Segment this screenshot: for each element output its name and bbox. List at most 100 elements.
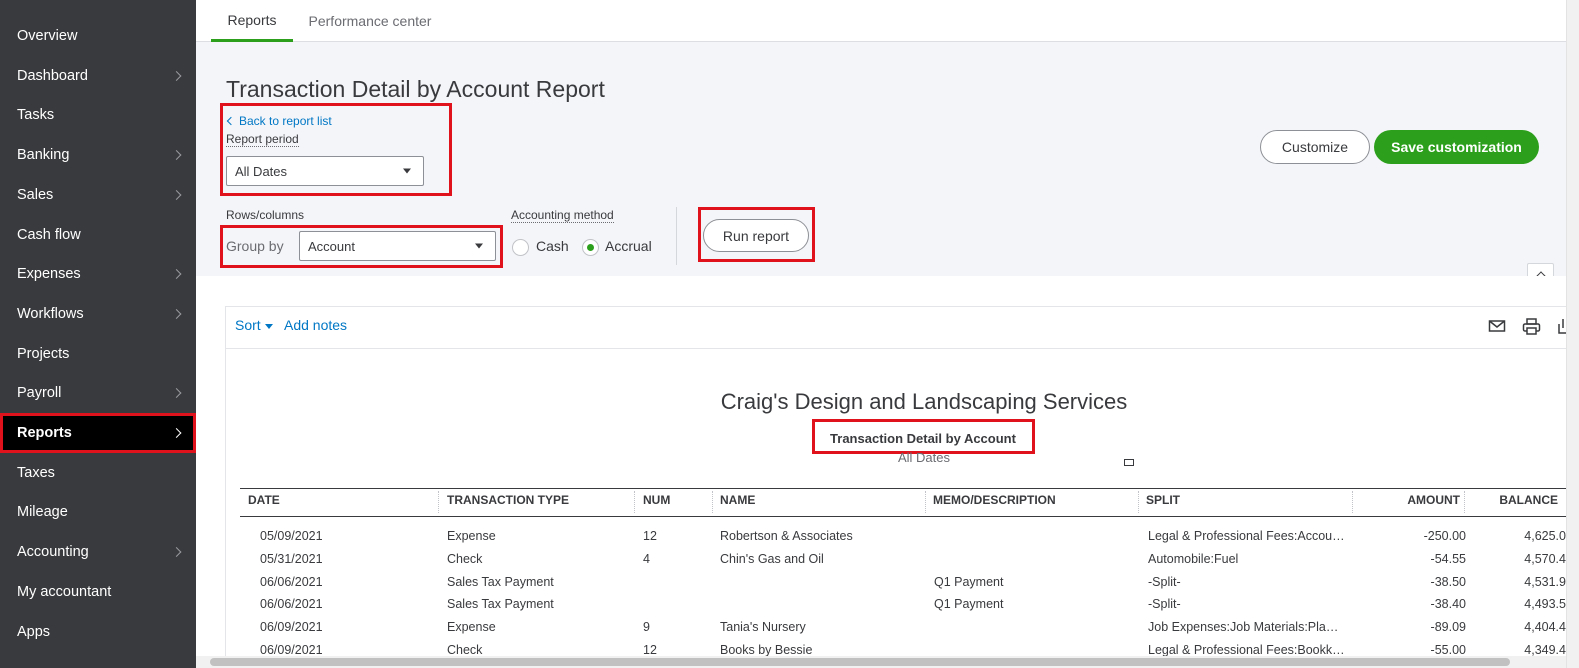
sidebar-item-mileage[interactable]: Mileage: [0, 492, 196, 532]
table-cell-date: 06/09/2021: [260, 620, 323, 635]
sidebar-item-accounting[interactable]: Accounting: [0, 532, 196, 572]
tab-performance-center[interactable]: Performance center: [302, 0, 438, 42]
column-header-date[interactable]: DATE: [248, 493, 433, 507]
table-cell-split: -Split-: [1148, 574, 1181, 589]
sidebar-item-projects[interactable]: Projects: [0, 334, 196, 374]
print-icon[interactable]: [1522, 318, 1541, 335]
sidebar-item-my-accountant[interactable]: My accountant: [0, 572, 196, 612]
table-cell-amount[interactable]: -89.09: [1366, 620, 1466, 634]
sidebar-item-cash-flow[interactable]: Cash flow: [0, 215, 196, 255]
sidebar-item-tasks[interactable]: Tasks: [0, 95, 196, 135]
rows-columns-label-wrap: Rows/columns: [226, 206, 304, 224]
sidebar-item-overview[interactable]: Overview: [0, 16, 196, 56]
tab-reports[interactable]: Reports: [211, 0, 293, 42]
accounting-method-label-wrap: Accounting method: [511, 206, 614, 224]
sidebar-item-reports[interactable]: Reports: [0, 413, 196, 453]
sidebar-item-sales[interactable]: Sales: [0, 175, 196, 215]
column-resize-handle[interactable]: [925, 491, 926, 513]
column-resize-handle[interactable]: [438, 491, 439, 513]
column-header-name[interactable]: NAME: [720, 493, 920, 507]
save-customization-button[interactable]: Save customization: [1374, 130, 1539, 164]
table-cell-date: 06/06/2021: [260, 574, 323, 589]
table-cell-amount[interactable]: -38.40: [1366, 597, 1466, 611]
sidebar-item-label: Expenses: [17, 266, 81, 283]
run-report-button[interactable]: Run report: [703, 219, 809, 252]
cash-radio[interactable]: [512, 239, 529, 256]
sidebar-item-workflows[interactable]: Workflows: [0, 294, 196, 334]
column-header-memo-description[interactable]: MEMO/DESCRIPTION: [933, 493, 1133, 507]
horizontal-scrollbar[interactable]: [196, 656, 1566, 668]
add-notes-link[interactable]: Add notes: [284, 317, 347, 333]
sidebar-item-label: Overview: [17, 28, 78, 44]
vertical-scrollbar[interactable]: [1566, 0, 1579, 668]
table-cell-memo-description: Q1 Payment: [934, 597, 1004, 612]
chevron-right-icon: [171, 547, 182, 558]
sidebar-item-label: Banking: [17, 147, 70, 164]
caret-down-icon: [403, 168, 411, 174]
group-by-label: Group by: [226, 238, 284, 254]
sidebar-item-taxes[interactable]: Taxes: [0, 453, 196, 493]
sidebar-item-banking[interactable]: Banking: [0, 135, 196, 175]
column-resize-handle[interactable]: [712, 491, 713, 513]
columns-icon[interactable]: [1124, 459, 1134, 466]
column-header-balance[interactable]: BALANCE: [1470, 493, 1558, 507]
sidebar-item-label: Dashboard: [17, 67, 88, 84]
table-cell-name[interactable]: Books by Bessie: [720, 643, 920, 657]
back-link-label: Back to report list: [239, 114, 332, 128]
sidebar-item-label: Accounting: [17, 544, 89, 561]
table-cell-balance: 4,404.4: [1524, 620, 1566, 635]
chevron-right-icon: [171, 308, 182, 319]
accrual-radio[interactable]: [582, 239, 599, 256]
sidebar-item-payroll[interactable]: Payroll: [0, 373, 196, 413]
table-cell-transaction-type: Sales Tax Payment: [447, 597, 554, 612]
table-cell-name[interactable]: Chin's Gas and Oil: [720, 552, 920, 566]
table-cell-amount[interactable]: -54.55: [1366, 552, 1466, 566]
email-icon[interactable]: [1488, 318, 1506, 334]
column-header-split[interactable]: SPLIT: [1146, 493, 1346, 507]
sort-dropdown[interactable]: Sort: [235, 317, 273, 333]
table-cell-name[interactable]: Robertson & Associates: [720, 529, 920, 543]
sidebar-item-label: Payroll: [17, 385, 62, 402]
sidebar-item-label: Apps: [17, 623, 51, 640]
sidebar-item-label: Tasks: [17, 107, 55, 124]
chevron-right-icon: [171, 388, 182, 399]
column-header-transaction-type[interactable]: TRANSACTION TYPE: [447, 493, 627, 507]
sidebar-item-dashboard[interactable]: Dashboard: [0, 56, 196, 96]
table-cell-amount[interactable]: -38.50: [1366, 575, 1466, 589]
table-cell-num: 9: [643, 620, 650, 635]
sidebar-item-label: Taxes: [17, 464, 55, 481]
caret-down-icon: [264, 323, 273, 329]
table-cell-split: Automobile:Fuel: [1148, 551, 1239, 566]
table-cell-transaction-type: Sales Tax Payment: [447, 574, 554, 589]
export-icon[interactable]: [1556, 318, 1566, 335]
column-resize-handle[interactable]: [1352, 491, 1353, 513]
table-header-bottom-rule: [240, 516, 1566, 517]
column-resize-handle[interactable]: [1138, 491, 1139, 513]
table-cell-amount[interactable]: -250.00: [1366, 529, 1466, 543]
customize-button[interactable]: Customize: [1260, 130, 1370, 164]
column-resize-handle[interactable]: [1464, 491, 1465, 513]
table-cell-split: Legal & Professional Fees:Bookk…: [1148, 643, 1345, 657]
group-by-select[interactable]: Account: [299, 231, 496, 261]
back-to-report-list-link[interactable]: Back to report list: [226, 114, 332, 128]
sidebar-item-apps[interactable]: Apps: [0, 612, 196, 652]
table-cell-memo-description: Q1 Payment: [934, 574, 1004, 589]
table-cell-balance: 4,570.4: [1524, 551, 1566, 566]
table-cell-balance: 4,493.5: [1524, 597, 1566, 612]
table-cell-name[interactable]: Tania's Nursery: [720, 620, 920, 634]
column-resize-handle[interactable]: [634, 491, 635, 513]
chevron-right-icon: [171, 428, 182, 438]
scrollbar-thumb[interactable]: [210, 658, 1510, 666]
report-period-select[interactable]: All Dates: [226, 156, 424, 186]
report-period-label: Report period: [226, 132, 299, 147]
caret-down-icon: [475, 243, 483, 249]
table-cell-split: -Split-: [1148, 597, 1181, 612]
column-header-num[interactable]: NUM: [643, 493, 703, 507]
table-cell-amount[interactable]: -55.00: [1366, 643, 1466, 657]
column-header-amount[interactable]: AMOUNT: [1360, 493, 1460, 507]
sidebar-item-expenses[interactable]: Expenses: [0, 254, 196, 294]
report-period-label-wrap: Report period: [226, 130, 299, 148]
report-period-subtitle: All Dates: [897, 450, 951, 465]
sidebar-item-label: Cash flow: [17, 226, 81, 243]
table-cell-num: 4: [643, 551, 650, 566]
